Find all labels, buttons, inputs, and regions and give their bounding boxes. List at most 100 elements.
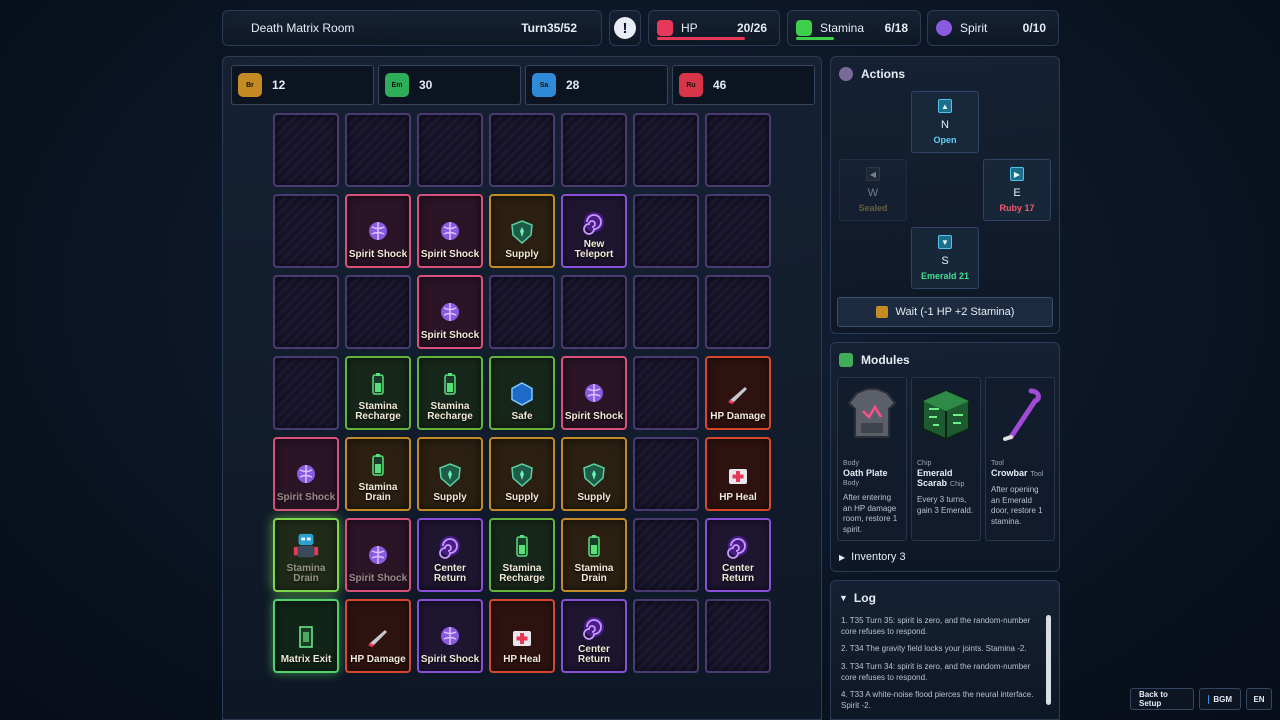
back-to-setup-button[interactable]: Back to Setup	[1130, 688, 1194, 710]
module-tag: Chip	[950, 480, 965, 488]
stamina-value: 6/18	[884, 21, 908, 35]
inventory-label: Inventory 3	[851, 551, 906, 563]
wait-button[interactable]: Wait (-1 HP +2 Stamina)	[837, 297, 1053, 327]
room-cell-empty[interactable]	[633, 518, 699, 592]
room-cell[interactable]: Supply	[561, 437, 627, 511]
room-cell-empty[interactable]	[273, 113, 339, 187]
room-cell-player[interactable]: Stamina Drain	[273, 518, 339, 592]
room-cell-empty[interactable]	[417, 113, 483, 187]
stamina-bar	[796, 37, 834, 40]
room-cell-empty[interactable]	[705, 194, 771, 268]
room-header: Death Matrix Room Turn35/52	[222, 10, 602, 46]
sapphire-gem-icon: Sa	[532, 73, 556, 97]
room-cell[interactable]: Stamina Drain	[561, 518, 627, 592]
room-cell[interactable]: Stamina Drain	[345, 437, 411, 511]
shield-icon	[508, 461, 536, 489]
room-cell-empty[interactable]	[345, 113, 411, 187]
alert-button[interactable]: !	[609, 10, 641, 46]
bgm-toggle[interactable]: BGM	[1199, 688, 1241, 710]
room-cell[interactable]: Spirit Shock	[345, 194, 411, 268]
robot-icon	[292, 532, 320, 560]
room-cell[interactable]: Stamina Recharge	[345, 356, 411, 430]
wait-label: Wait (-1 HP +2 Stamina)	[895, 306, 1015, 318]
battery-icon	[364, 451, 392, 479]
hp-bar	[657, 37, 745, 40]
room-cell-empty[interactable]	[273, 194, 339, 268]
inventory-toggle[interactable]: ▶ Inventory 3	[839, 551, 906, 563]
spirit-stat: Spirit 0/10	[927, 10, 1059, 46]
log-header[interactable]: ▼ Log	[839, 591, 876, 605]
room-label: Spirit Shock	[348, 249, 408, 260]
brain-icon	[436, 623, 464, 651]
move-east-button[interactable]: ▶ E Ruby 17	[983, 159, 1051, 221]
room-cell-empty[interactable]	[633, 599, 699, 673]
room-cell[interactable]: Supply	[489, 437, 555, 511]
room-cell[interactable]: Center Return	[705, 518, 771, 592]
bgm-label: BGM	[1213, 694, 1232, 704]
log-scrollbar[interactable]	[1046, 615, 1051, 705]
module-card-chip[interactable]: Chip Emerald Scarab Chip Every 3 turns, g…	[911, 377, 981, 541]
room-cell[interactable]: Supply	[417, 437, 483, 511]
room-label: Spirit Shock	[420, 654, 480, 665]
module-card-tool[interactable]: Tool Crowbar Tool After opening an Emeral…	[985, 377, 1055, 541]
direction-state: Open	[933, 135, 957, 145]
room-cell[interactable]: HP Damage	[705, 356, 771, 430]
room-cell-empty[interactable]	[705, 275, 771, 349]
modules-title: Modules	[861, 353, 910, 367]
room-cell[interactable]: HP Heal	[489, 599, 555, 673]
room-label: HP Heal	[503, 654, 541, 665]
shield-icon	[508, 218, 536, 246]
room-cell[interactable]: Stamina Recharge	[417, 356, 483, 430]
room-cell[interactable]: Stamina Recharge	[489, 518, 555, 592]
room-cell[interactable]: Spirit Shock	[561, 356, 627, 430]
room-label: New Teleport	[574, 239, 614, 260]
room-cell-empty[interactable]	[273, 275, 339, 349]
room-cell[interactable]: Spirit Shock	[417, 275, 483, 349]
room-label: Supply	[505, 492, 539, 503]
battery-icon	[436, 370, 464, 398]
medkit-icon	[724, 461, 752, 489]
resource-ruby: Ru 46	[672, 65, 815, 105]
room-cell[interactable]: Spirit Shock	[273, 437, 339, 511]
move-south-button[interactable]: ▼ S Emerald 21	[911, 227, 979, 289]
room-cell[interactable]: Spirit Shock	[417, 599, 483, 673]
brain-icon	[436, 299, 464, 327]
actions-panel: Actions ▲ N Open ◀ W Sealed ▶ E Ruby 17 …	[830, 56, 1060, 334]
room-cell[interactable]: Spirit Shock	[345, 518, 411, 592]
room-cell-empty[interactable]	[489, 275, 555, 349]
room-label: Stamina Recharge	[499, 563, 545, 584]
room-cell[interactable]: Center Return	[561, 599, 627, 673]
room-cell-empty[interactable]	[705, 113, 771, 187]
language-button[interactable]: EN	[1246, 688, 1272, 710]
room-cell-empty[interactable]	[633, 437, 699, 511]
room-label: Spirit Shock	[420, 249, 480, 260]
portal-icon	[580, 208, 608, 236]
room-cell[interactable]: Matrix Exit	[273, 599, 339, 673]
room-cell[interactable]: Supply	[489, 194, 555, 268]
room-cell-empty[interactable]	[273, 356, 339, 430]
log-entry: 3. T34 Turn 34: spirit is zero, and the …	[841, 661, 1031, 682]
room-cell[interactable]: Spirit Shock	[417, 194, 483, 268]
room-cell[interactable]: HP Damage	[345, 599, 411, 673]
room-cell-empty[interactable]	[705, 599, 771, 673]
chevron-right-icon: ▶	[839, 552, 846, 562]
room-cell-empty[interactable]	[633, 275, 699, 349]
room-cell-empty[interactable]	[633, 356, 699, 430]
move-north-button[interactable]: ▲ N Open	[911, 91, 979, 153]
room-cell[interactable]: New Teleport	[561, 194, 627, 268]
room-cell-empty[interactable]	[345, 275, 411, 349]
battery-icon	[580, 532, 608, 560]
hexagon-icon	[508, 380, 536, 408]
room-cell[interactable]: Center Return	[417, 518, 483, 592]
room-cell-empty[interactable]	[561, 113, 627, 187]
resource-emerald: Em 30	[378, 65, 521, 105]
module-card-body[interactable]: Body Oath Plate Body After entering an H…	[837, 377, 907, 541]
move-west-button[interactable]: ◀ W Sealed	[839, 159, 907, 221]
room-cell[interactable]: HP Heal	[705, 437, 771, 511]
room-cell-empty[interactable]	[633, 113, 699, 187]
room-cell-empty[interactable]	[561, 275, 627, 349]
room-cell-empty[interactable]	[489, 113, 555, 187]
room-cell-empty[interactable]	[633, 194, 699, 268]
bronze-gem-icon: Br	[238, 73, 262, 97]
room-cell[interactable]: Safe	[489, 356, 555, 430]
